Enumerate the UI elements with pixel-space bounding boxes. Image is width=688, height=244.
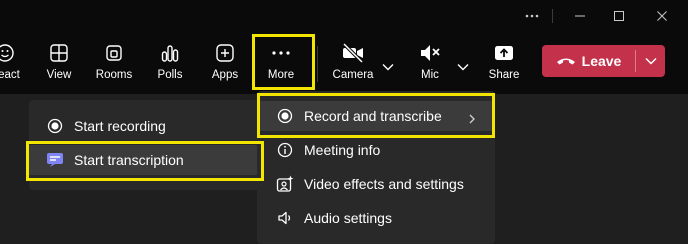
more-highlight-box [252,34,315,90]
leave-options-button[interactable] [636,45,665,77]
meeting-info-label: Meeting info [304,142,381,158]
maximize-icon[interactable] [608,7,630,25]
meeting-info-item[interactable]: Meeting info [275,135,485,165]
audio-settings-item[interactable]: Audio settings [275,203,485,233]
grid-icon [49,42,69,64]
camera-off-icon [341,42,365,64]
close-icon[interactable] [651,7,673,25]
apps-label: Apps [211,69,239,81]
mic-options-chevron-icon[interactable] [457,58,469,76]
video-effects-icon [275,174,295,194]
hang-up-icon [556,58,575,65]
mic-label: Mic [421,69,439,81]
react-label: eact [0,69,20,81]
divider [552,9,553,23]
next-item-icon [279,239,289,244]
add-apps-icon [215,42,235,64]
start-transcription-highlight-box [26,141,264,181]
minimize-icon[interactable] [569,7,591,25]
leave-button[interactable]: Leave [542,45,635,77]
camera-button[interactable]: Camera [330,34,376,94]
view-label: View [46,69,72,81]
leave-label: Leave [581,53,622,69]
polls-label: Polls [157,69,183,81]
view-button[interactable]: View [41,34,77,94]
mic-muted-icon [418,42,442,64]
info-icon [275,140,295,160]
apps-button[interactable]: Apps [207,34,243,94]
emoji-icon [0,42,16,64]
start-recording-item[interactable]: Start recording [45,111,265,141]
share-label: Share [488,69,520,81]
react-button[interactable]: eact [0,34,22,94]
share-icon [493,42,515,64]
rooms-label: Rooms [95,69,133,81]
speaker-icon [275,208,295,228]
camera-label: Camera [332,69,374,81]
share-button[interactable]: Share [486,34,522,94]
record-and-transcribe-highlight-box [257,93,495,138]
mic-button[interactable]: Mic [412,34,448,94]
rooms-button[interactable]: Rooms [92,34,136,94]
video-effects-item[interactable]: Video effects and settings [275,169,485,199]
chevron-down-icon [644,57,657,65]
toolbar-divider [317,46,318,82]
polls-button[interactable]: Polls [152,34,188,94]
title-bar [0,0,688,34]
leave-button-group: Leave [542,45,665,77]
polls-icon [160,42,180,64]
ellipsis-icon[interactable] [521,7,543,25]
video-effects-label: Video effects and settings [304,176,464,192]
audio-settings-label: Audio settings [304,210,392,226]
start-recording-label: Start recording [74,118,166,134]
rooms-icon [104,42,124,64]
camera-options-chevron-icon[interactable] [382,58,394,76]
record-icon [45,116,65,136]
